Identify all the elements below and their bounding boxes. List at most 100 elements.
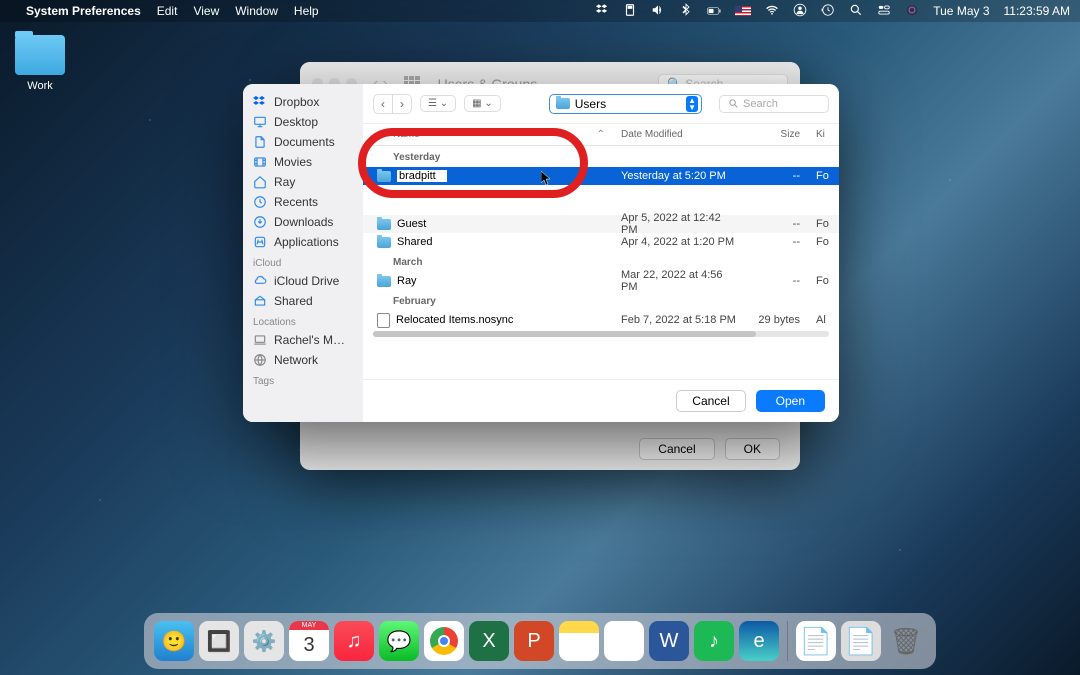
dock-powerpoint[interactable]: P xyxy=(514,621,554,661)
dropbox-icon xyxy=(253,95,267,109)
file-row[interactable]: RayMar 22, 2022 at 4:56 PM--Fo xyxy=(363,272,839,290)
laptop-icon xyxy=(253,333,267,347)
finder-toolbar: ‹› ☰ ⌄ ▦ ⌄ Users ▲▼ Search xyxy=(363,84,839,124)
sidebar-label: iCloud Drive xyxy=(274,274,339,288)
view-list-button[interactable]: ☰ ⌄ xyxy=(420,95,456,112)
movies-icon xyxy=(253,155,267,169)
dock-settings[interactable]: ⚙️ xyxy=(244,621,284,661)
menu-window[interactable]: Window xyxy=(235,4,278,18)
menu-help[interactable]: Help xyxy=(294,4,319,18)
spotlight-icon[interactable] xyxy=(849,3,863,20)
file-date: Mar 22, 2022 at 4:56 PM xyxy=(613,269,748,293)
dock-excel[interactable]: X xyxy=(469,621,509,661)
syspref-cancel-button[interactable]: Cancel xyxy=(639,438,714,460)
file-row[interactable]: Yesterday at 5:20 PM--Fo xyxy=(363,167,839,185)
menubar-time[interactable]: 11:23:59 AM xyxy=(1004,4,1071,18)
folder-icon xyxy=(377,171,391,182)
dock-slack[interactable]: ⋕ xyxy=(604,621,644,661)
dropdown-arrows-icon: ▲▼ xyxy=(686,96,698,112)
column-headers[interactable]: Name⌃ Date Modified Size Ki xyxy=(363,124,839,146)
timemachine-icon[interactable] xyxy=(821,3,835,20)
network-icon xyxy=(253,353,267,367)
sidebar-item-rachelsm[interactable]: Rachel's M… xyxy=(243,330,363,350)
desktop-folder-work[interactable]: Work xyxy=(15,35,65,92)
sidebar-item-ray[interactable]: Ray xyxy=(243,172,363,192)
dock-spotify[interactable]: ♪ xyxy=(694,621,734,661)
finder-search[interactable]: Search xyxy=(719,95,829,113)
sidebar-item-recents[interactable]: Recents xyxy=(243,192,363,212)
sidebar-item-downloads[interactable]: Downloads xyxy=(243,212,363,232)
dock-chrome[interactable] xyxy=(424,621,464,661)
menubar: System Preferences Edit View Window Help… xyxy=(0,0,1080,22)
path-dropdown[interactable]: Users ▲▼ xyxy=(549,94,702,114)
folder-label: Work xyxy=(15,80,65,92)
battery-save-icon[interactable] xyxy=(623,3,637,20)
sidebar-label: Network xyxy=(274,353,318,367)
dock-doc2[interactable]: 📄 xyxy=(841,621,881,661)
file-row[interactable]: SharedApr 4, 2022 at 1:20 PM--Fo xyxy=(363,233,839,251)
sidebar-item-iclouddrive[interactable]: iCloud Drive xyxy=(243,271,363,291)
input-source-flag-icon[interactable] xyxy=(735,6,751,16)
sidebar-item-network[interactable]: Network xyxy=(243,350,363,370)
horizontal-scrollbar[interactable] xyxy=(373,331,829,337)
sidebar-label: Movies xyxy=(274,155,312,169)
dock: 🙂🔲⚙️MAY3♫💬XP⋕W♪e📄📄🗑 xyxy=(144,613,936,669)
view-group-button[interactable]: ▦ ⌄ xyxy=(464,95,501,112)
dock-finder[interactable]: 🙂 xyxy=(154,621,194,661)
dropbox-status-icon[interactable] xyxy=(595,3,609,20)
menu-edit[interactable]: Edit xyxy=(157,4,178,18)
dock-calendar[interactable]: MAY3 xyxy=(289,621,329,661)
sidebar-item-documents[interactable]: Documents xyxy=(243,132,363,152)
siri-icon[interactable] xyxy=(905,3,919,20)
applications-icon xyxy=(253,235,267,249)
sidebar-item-applications[interactable]: Applications xyxy=(243,232,363,252)
battery-icon[interactable] xyxy=(707,4,721,18)
folder-icon xyxy=(377,219,391,230)
dock-launchpad[interactable]: 🔲 xyxy=(199,621,239,661)
open-button[interactable]: Open xyxy=(756,390,825,412)
dock-word[interactable]: W xyxy=(649,621,689,661)
file-date: Apr 4, 2022 at 1:20 PM xyxy=(613,236,748,248)
wifi-icon[interactable] xyxy=(765,3,779,20)
sidebar-label: Dropbox xyxy=(274,95,319,109)
dock-trash[interactable]: 🗑 xyxy=(886,621,926,661)
dock-doc1[interactable]: 📄 xyxy=(796,621,836,661)
nav-back-forward[interactable]: ‹› xyxy=(373,94,412,114)
file-kind: Fo xyxy=(808,170,839,182)
file-name: Guest xyxy=(397,218,426,230)
file-name: Shared xyxy=(397,236,432,248)
folder-icon xyxy=(556,98,570,109)
col-name: Name xyxy=(393,129,420,140)
file-row[interactable]: GuestApr 5, 2022 at 12:42 PM--Fo xyxy=(363,215,839,233)
file-kind: Al xyxy=(808,314,839,326)
bluetooth-icon[interactable] xyxy=(679,3,693,20)
dock-edge[interactable]: e xyxy=(739,621,779,661)
folder-icon xyxy=(377,237,391,248)
downloads-icon xyxy=(253,215,267,229)
shared-icon xyxy=(253,294,267,308)
col-kind: Ki xyxy=(808,124,839,145)
sidebar-item-dropbox[interactable]: Dropbox xyxy=(243,92,363,112)
sidebar-item-shared[interactable]: Shared xyxy=(243,291,363,311)
file-name-edit-input[interactable] xyxy=(397,170,447,182)
file-kind: Fo xyxy=(808,275,839,287)
volume-icon[interactable] xyxy=(651,3,665,20)
app-name[interactable]: System Preferences xyxy=(26,4,141,18)
dock-messages[interactable]: 💬 xyxy=(379,621,419,661)
recents-icon xyxy=(253,195,267,209)
cancel-button[interactable]: Cancel xyxy=(676,390,745,412)
dock-music[interactable]: ♫ xyxy=(334,621,374,661)
user-icon[interactable] xyxy=(793,3,807,20)
sidebar-label: Downloads xyxy=(274,215,333,229)
menu-view[interactable]: View xyxy=(193,4,219,18)
sidebar-label: Ray xyxy=(274,175,295,189)
menubar-date[interactable]: Tue May 3 xyxy=(933,4,989,18)
sidebar-item-desktop[interactable]: Desktop xyxy=(243,112,363,132)
dock-notes[interactable] xyxy=(559,621,599,661)
syspref-ok-button[interactable]: OK xyxy=(725,438,780,460)
file-size: 29 bytes xyxy=(748,314,808,326)
sidebar-item-movies[interactable]: Movies xyxy=(243,152,363,172)
finder-sidebar: Dropbox DesktopDocuments Movies Ray Recents D… xyxy=(243,84,363,422)
control-center-icon[interactable] xyxy=(877,3,891,20)
file-row[interactable]: Relocated Items.nosyncFeb 7, 2022 at 5:1… xyxy=(363,311,839,329)
